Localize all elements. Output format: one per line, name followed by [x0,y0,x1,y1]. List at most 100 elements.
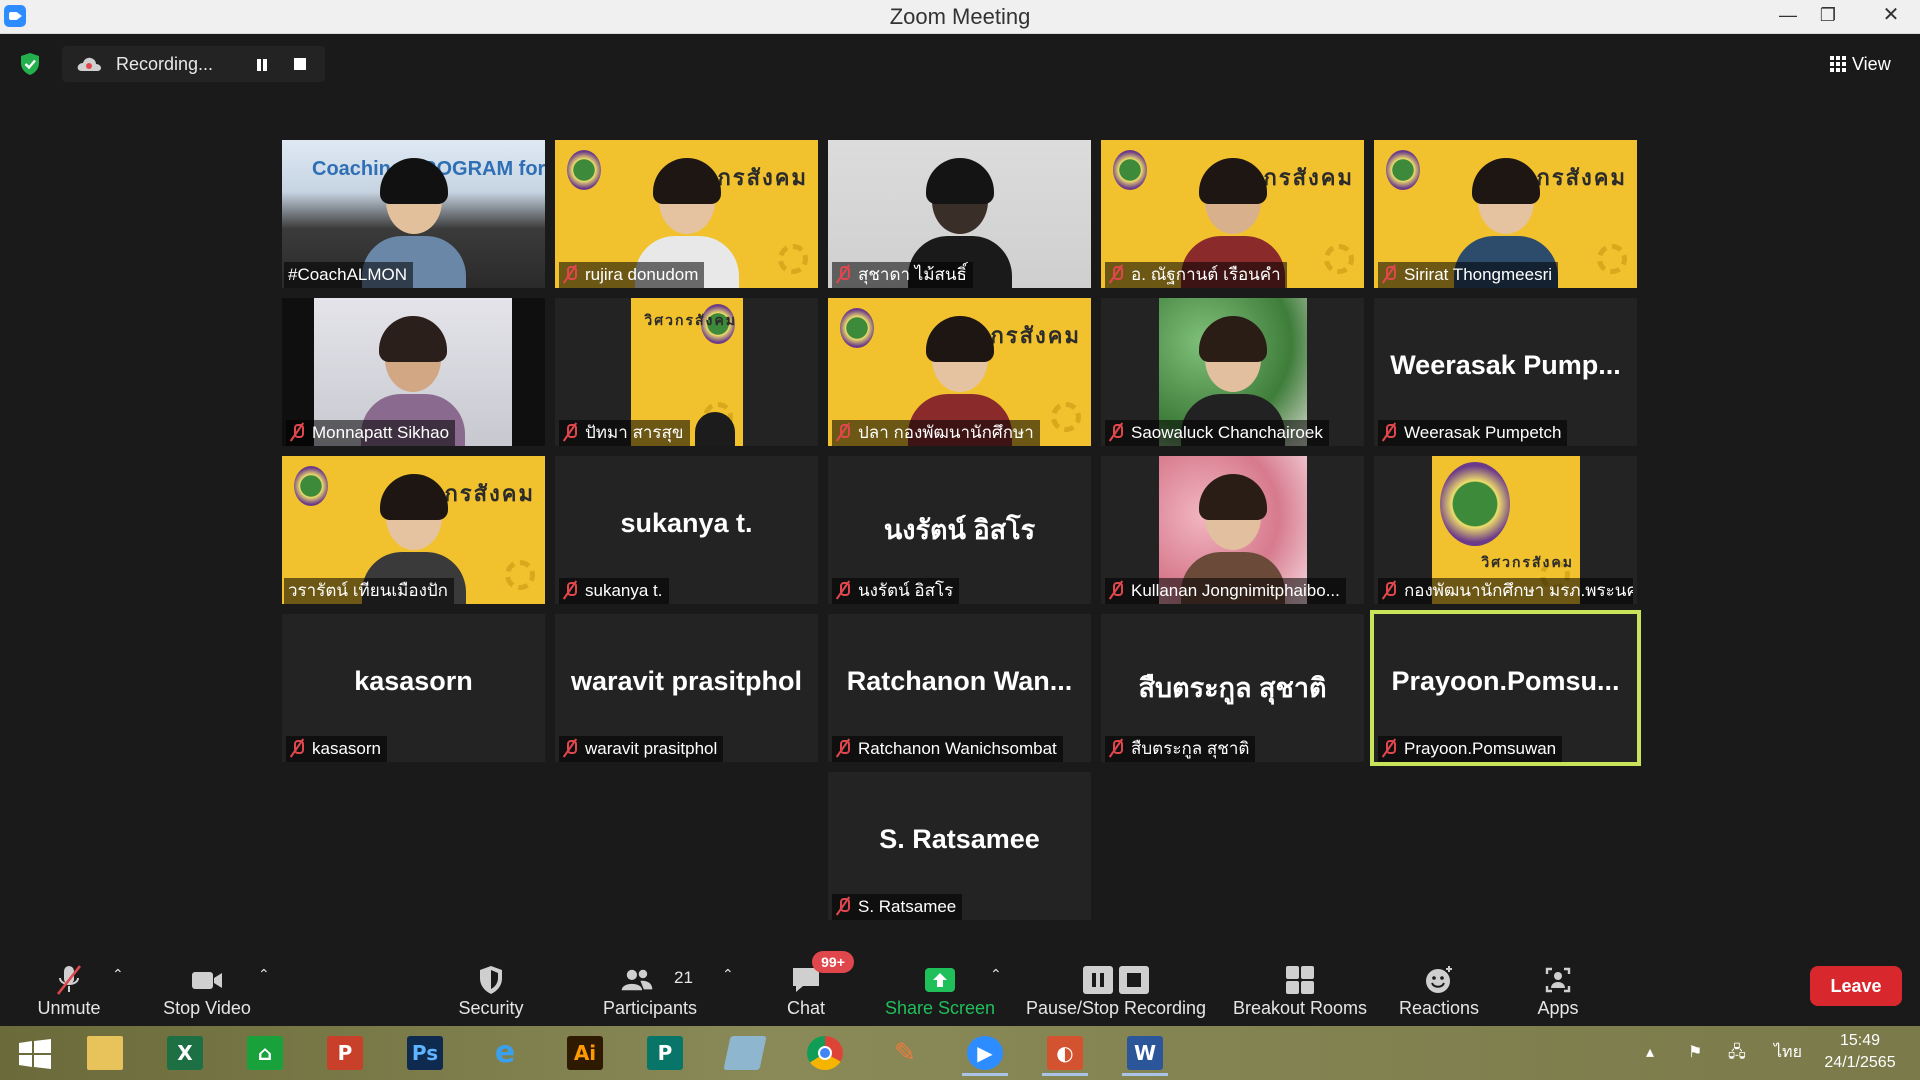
network-icon[interactable]: 🖧 [1728,1026,1746,1080]
participant-name: อ. ณัฐกานต์ เรือนคำ [1131,265,1281,284]
participant-name: ปลา กองพัฒนานักศึกษา [858,423,1034,442]
windows-start-button[interactable] [8,1030,62,1076]
university-logo [1113,150,1147,190]
photoshop-taskbar-icon[interactable]: Ps [398,1030,452,1076]
minimize-button[interactable]: — [1768,0,1808,30]
muted-microphone-icon [1382,265,1396,283]
apps-button[interactable]: Apps [1518,958,1598,1026]
unmute-label: Unmute [37,998,101,1018]
participant-tile[interactable]: วิศวกรสังคม ปัทมา สารสุข [555,298,818,446]
pause-stop-recording-button[interactable]: Pause/Stop Recording [1022,958,1210,1026]
participant-name-label: Weerasak Pumpetch [1378,420,1568,446]
powerpoint-taskbar-icon[interactable]: P [318,1030,372,1076]
close-button[interactable]: ✕ [1862,0,1920,30]
participant-tile[interactable]: Coaching PROGRAM for er#CoachALMON [282,140,545,288]
chrome-taskbar-icon[interactable] [798,1030,852,1076]
video-options-chevron-up-icon[interactable]: ⌃ [258,966,270,982]
recording-status-text: Recording... [116,54,214,74]
university-logo [1386,150,1420,190]
poster-title: วิศวกรสังคม [644,313,737,329]
participants-icon [621,969,653,991]
participant-display-name: Weerasak Pump... [1390,350,1621,380]
muted-microphone-icon [1382,423,1396,441]
gear-decoration [1597,244,1627,274]
participant-tile[interactable]: สืบตระกูล สุชาติ สืบตระกูล สุชาติ [1101,614,1364,762]
pause-recording-button[interactable] [252,54,272,74]
audio-options-chevron-up-icon[interactable]: ⌃ [112,966,124,982]
muted-microphone-icon [563,423,577,441]
share-options-chevron-up-icon[interactable]: ⌃ [990,966,1002,982]
word-taskbar-icon[interactable]: W [1118,1030,1172,1076]
powerpoint-slideshow-taskbar-icon[interactable]: ◐ [1038,1030,1092,1076]
participant-name: นงรัตน์ อิสโร [858,581,954,600]
zoom-taskbar-icon[interactable]: ▶ [958,1030,1012,1076]
participant-tile[interactable]: นงรัตน์ อิสโร นงรัตน์ อิสโร [828,456,1091,604]
pause-stop-recording-icon [1083,966,1149,994]
participant-name: Weerasak Pumpetch [1404,423,1562,442]
title-bar: Zoom Meeting — ❐ ✕ [0,0,1920,34]
leave-button[interactable]: Leave [1810,966,1902,1006]
input-language-indicator[interactable]: ไทย [1774,1026,1802,1080]
participant-tile[interactable]: S. Ratsamee S. Ratsamee [828,772,1091,920]
participant-display-name: S. Ratsamee [879,824,1040,854]
illustrator-taskbar-icon[interactable]: Ai [558,1030,612,1076]
participant-tile[interactable]: สุชาดา ไม้สนธิ์ [828,140,1091,288]
participant-tile[interactable]: kasasorn kasasorn [282,614,545,762]
publisher-taskbar-icon[interactable]: P [638,1030,692,1076]
encryption-shield-icon[interactable] [19,52,41,76]
notes-taskbar-icon[interactable] [718,1030,772,1076]
participant-tile[interactable]: Saowaluck Chanchairoek [1101,298,1364,446]
view-button[interactable]: View [1830,50,1891,78]
recording-indicator: Recording... [62,46,325,82]
share-screen-button[interactable]: Share Screen [880,958,1000,1026]
participant-name-label: sukanya t. [559,578,669,604]
participant-tile[interactable]: วิศวกรสังคม rujira donudom [555,140,818,288]
participant-tile[interactable]: sukanya t. sukanya t. [555,456,818,604]
security-button[interactable]: Security [446,958,536,1026]
unmute-button[interactable]: Unmute [24,958,114,1026]
gear-decoration [1051,402,1081,432]
breakout-rooms-button[interactable]: Breakout Rooms [1228,958,1372,1026]
participant-tile[interactable]: วิศวกรสังคม กองพัฒนานักศึกษา มรภ.พระนคร [1374,456,1637,604]
participant-name: Monnapatt Sikhao [312,423,450,442]
participant-name-label: Monnapatt Sikhao [286,420,456,446]
maximize-button[interactable]: ❐ [1808,0,1848,30]
view-label: View [1852,54,1891,74]
participant-name-label: Kullanan Jongnimitphaibo... [1105,578,1346,604]
participant-tile[interactable]: Prayoon.Pomsu... Prayoon.Pomsuwan [1370,610,1641,766]
participant-name: Ratchanon Wanichsombat [858,739,1057,758]
action-center-flag-icon[interactable]: ⚑ [1688,1026,1702,1080]
participant-tile[interactable]: วิศวกรสังคม อ. ณัฐกานต์ เรือนคำ [1101,140,1364,288]
participant-display-name: kasasorn [354,666,473,696]
participant-name-label: สืบตระกูล สุชาติ [1105,736,1256,762]
participant-tile[interactable]: Monnapatt Sikhao [282,298,545,446]
file-explorer-taskbar-icon[interactable] [78,1030,132,1076]
tray-chevron-up-icon[interactable]: ▴ [1646,1026,1654,1080]
participant-name-label: วรารัตน์ เทียนเมืองปัก [284,578,454,604]
windows-taskbar: X ⌂ P Ps e Ai P ✎ ▶ ◐ W ▴ ⚑ 🖧 ไทย 15:49 … [0,1026,1920,1080]
muted-microphone-icon [56,965,82,995]
paint-taskbar-icon[interactable]: ✎ [878,1030,932,1076]
internet-explorer-taskbar-icon[interactable]: e [478,1030,532,1076]
reactions-button[interactable]: Reactions [1392,958,1486,1026]
participant-tile[interactable]: waravit prasitphol waravit prasitphol [555,614,818,762]
participant-tile[interactable]: วิศวกรสังคม ปลา กองพัฒนานักศึกษา [828,298,1091,446]
stop-video-button[interactable]: Stop Video [152,958,262,1026]
store-taskbar-icon[interactable]: ⌂ [238,1030,292,1076]
participant-tile[interactable]: วิศวกรสังคม Sirirat Thongmeesri [1374,140,1637,288]
participant-name-label: กองพัฒนานักศึกษา มรภ.พระนคร [1378,578,1633,604]
meeting-toolbar: Unmute ⌃ Stop Video ⌃ Security 21 Partic… [0,958,1920,1026]
participant-tile[interactable]: วิศวกรสังคม วรารัตน์ เทียนเมืองปัก [282,456,545,604]
participant-name-label: Sirirat Thongmeesri [1378,262,1559,288]
participant-tile[interactable]: Ratchanon Wan... Ratchanon Wanichsombat [828,614,1091,762]
participant-tile[interactable]: Weerasak Pump... Weerasak Pumpetch [1374,298,1637,446]
muted-microphone-icon [836,897,850,915]
stop-recording-button[interactable] [294,58,306,70]
participants-button[interactable]: 21 Participants [594,958,706,1026]
muted-microphone-icon [836,265,850,283]
participant-tile[interactable]: Kullanan Jongnimitphaibo... [1101,456,1364,604]
taskbar-clock[interactable]: 15:49 24/1/2565 [1810,1030,1910,1074]
excel-taskbar-icon[interactable]: X [158,1030,212,1076]
windows-logo-icon [19,1039,51,1069]
participants-options-chevron-up-icon[interactable]: ⌃ [722,966,734,982]
